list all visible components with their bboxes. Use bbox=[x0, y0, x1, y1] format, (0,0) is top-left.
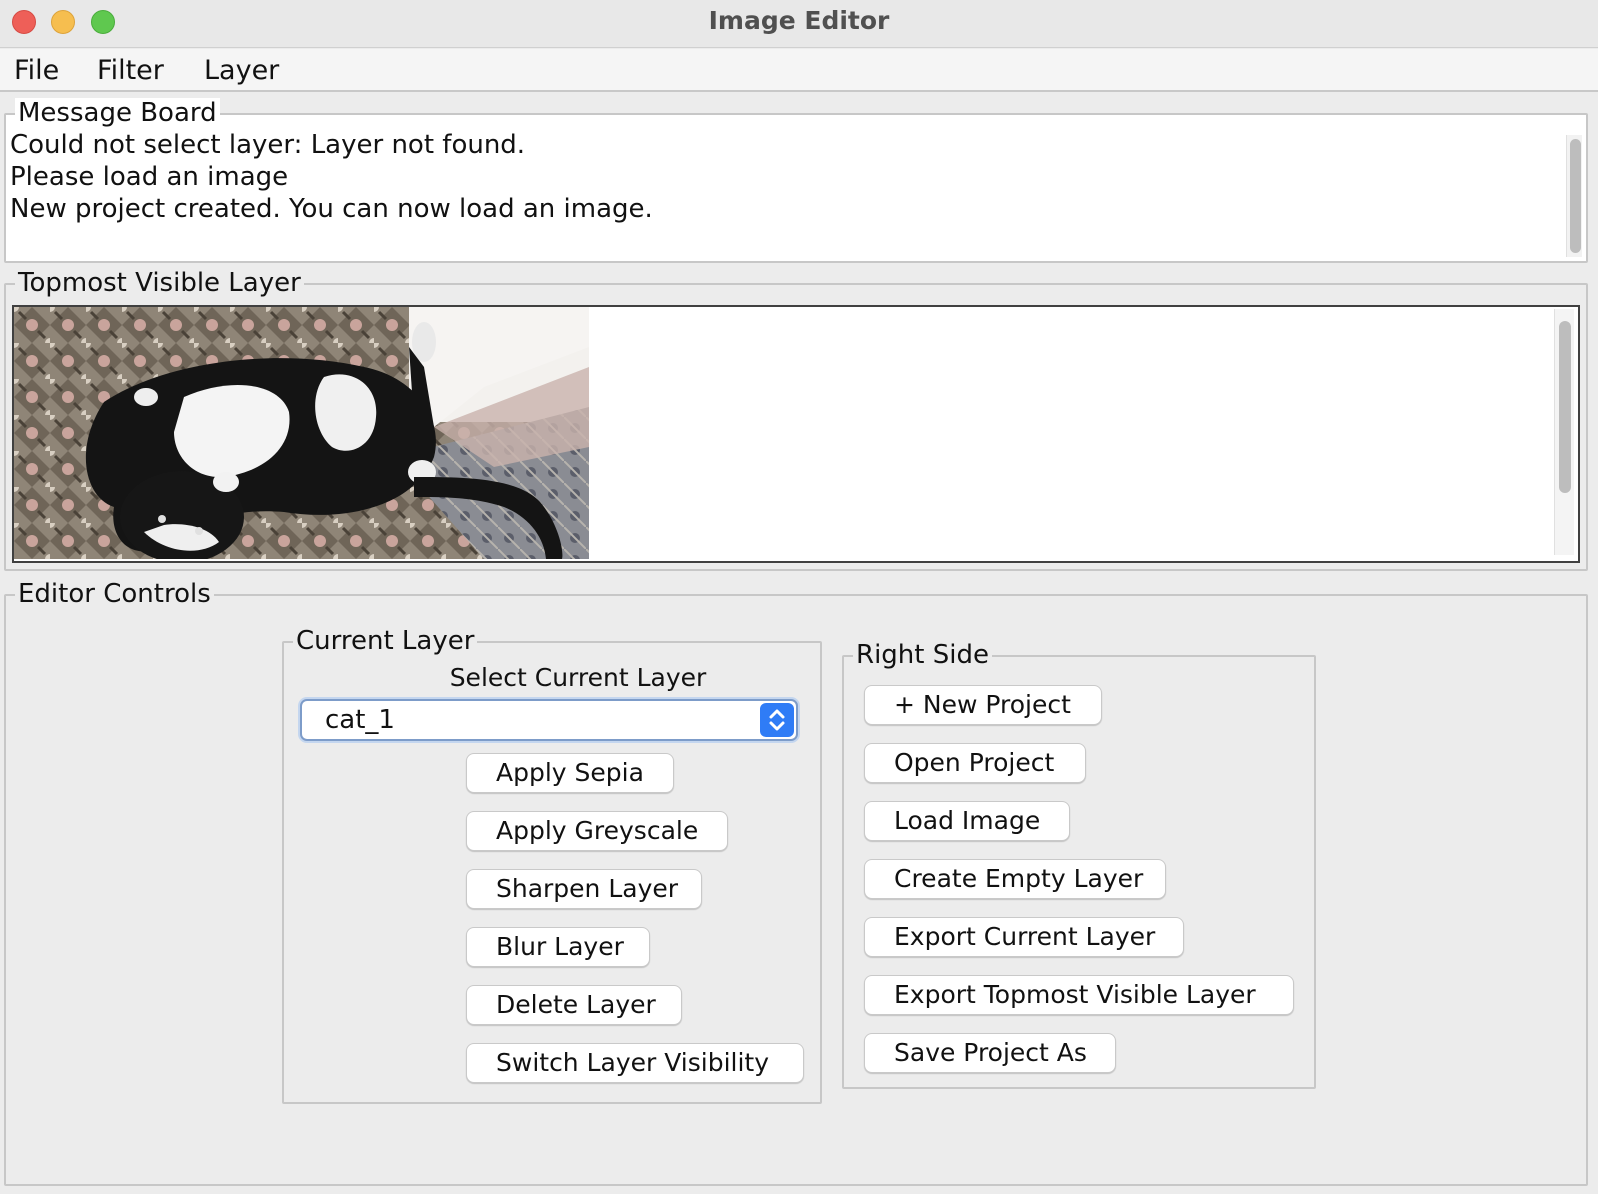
topmost-layer-title: Topmost Visible Layer bbox=[15, 268, 304, 298]
create-empty-layer-button[interactable]: Create Empty Layer bbox=[864, 859, 1166, 899]
message-board-panel: Message Board Could not select layer: La… bbox=[4, 98, 1588, 263]
right-side-panel: Right Side + New Project Open Project Lo… bbox=[842, 640, 1316, 1089]
topmost-layer-panel: Topmost Visible Layer bbox=[4, 268, 1588, 571]
menu-layer[interactable]: Layer bbox=[204, 55, 279, 86]
layer-image bbox=[14, 307, 589, 559]
current-layer-panel: Current Layer Select Current Layer cat_1… bbox=[282, 626, 822, 1104]
message-line: New project created. You can now load an… bbox=[10, 194, 653, 224]
apply-greyscale-button[interactable]: Apply Greyscale bbox=[466, 811, 728, 851]
export-topmost-visible-layer-button[interactable]: Export Topmost Visible Layer bbox=[864, 975, 1294, 1015]
save-project-as-button[interactable]: Save Project As bbox=[864, 1033, 1116, 1073]
current-layer-title: Current Layer bbox=[293, 626, 478, 656]
select-current-layer-label: Select Current Layer bbox=[449, 663, 707, 692]
editor-controls-title: Editor Controls bbox=[15, 579, 214, 609]
message-line: Please load an image bbox=[10, 162, 289, 192]
menu-file[interactable]: File bbox=[14, 55, 59, 86]
editor-controls-panel: Editor Controls Current Layer Select Cur… bbox=[4, 579, 1588, 1186]
open-project-button[interactable]: Open Project bbox=[864, 743, 1086, 783]
menu-bar: File Filter Layer bbox=[0, 49, 1598, 92]
right-side-title: Right Side bbox=[853, 640, 992, 670]
load-image-button[interactable]: Load Image bbox=[864, 801, 1070, 841]
blur-layer-button[interactable]: Blur Layer bbox=[466, 927, 650, 967]
delete-layer-button[interactable]: Delete Layer bbox=[466, 985, 682, 1025]
message-line: Could not select layer: Layer not found. bbox=[10, 130, 526, 160]
image-viewport[interactable] bbox=[12, 305, 1580, 563]
apply-sepia-button[interactable]: Apply Sepia bbox=[466, 753, 674, 793]
sharpen-layer-button[interactable]: Sharpen Layer bbox=[466, 869, 702, 909]
message-board-scroll-thumb[interactable] bbox=[1570, 139, 1581, 253]
message-board-scrollbar[interactable] bbox=[1566, 135, 1582, 257]
window-title: Image Editor bbox=[708, 6, 890, 35]
message-log: Could not select layer: Layer not found.… bbox=[10, 129, 1556, 259]
chevron-up-down-icon bbox=[760, 703, 794, 737]
current-layer-select-value: cat_1 bbox=[325, 705, 395, 735]
switch-layer-visibility-button[interactable]: Switch Layer Visibility bbox=[466, 1043, 804, 1083]
current-layer-select[interactable]: cat_1 bbox=[300, 699, 798, 741]
message-board-title: Message Board bbox=[15, 98, 220, 128]
image-scrollbar[interactable] bbox=[1554, 309, 1574, 555]
menu-filter[interactable]: Filter bbox=[97, 55, 164, 86]
export-current-layer-button[interactable]: Export Current Layer bbox=[864, 917, 1184, 957]
new-project-button[interactable]: + New Project bbox=[864, 685, 1102, 725]
title-bar: Image Editor bbox=[0, 0, 1598, 48]
image-scroll-thumb[interactable] bbox=[1559, 321, 1571, 493]
